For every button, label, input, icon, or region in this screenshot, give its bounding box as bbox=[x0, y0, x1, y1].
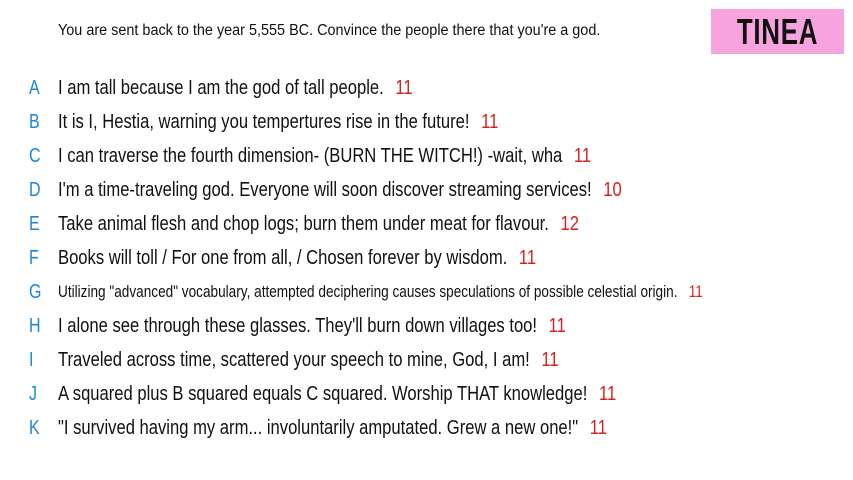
answer-score: 11 bbox=[481, 110, 499, 133]
answer-line: I'm a time-traveling god. Everyone will … bbox=[58, 179, 622, 202]
answer-line: A squared plus B squared equals C square… bbox=[58, 383, 616, 406]
answer-line: It is I, Hestia, warning you tempertures… bbox=[58, 111, 498, 134]
answer-line: Take animal flesh and chop logs; burn th… bbox=[58, 213, 579, 236]
answer-score: 11 bbox=[589, 416, 608, 439]
answer-letter: B bbox=[29, 110, 40, 133]
answer-text: "I survived having my arm... involuntari… bbox=[58, 416, 579, 439]
player-badge: TINEA bbox=[711, 9, 844, 54]
answer-letter: J bbox=[29, 382, 37, 405]
answer-letter: F bbox=[29, 246, 39, 269]
answer-line: Books will toll / For one from all, / Ch… bbox=[58, 247, 536, 270]
answer-text: Traveled across time, scattered your spe… bbox=[58, 348, 530, 371]
answer-row: I Traveled across time, scattered your s… bbox=[0, 343, 853, 377]
answer-letter: A bbox=[29, 76, 40, 99]
answer-text: It is I, Hestia, warning you tempertures… bbox=[58, 110, 470, 133]
answer-letter: C bbox=[29, 144, 41, 167]
answer-text: I can traverse the fourth dimension- (BU… bbox=[58, 144, 563, 167]
answer-line: I can traverse the fourth dimension- (BU… bbox=[58, 145, 591, 168]
answer-line: Traveled across time, scattered your spe… bbox=[58, 349, 559, 372]
answer-text: Take animal flesh and chop logs; burn th… bbox=[58, 212, 549, 235]
answer-line: "I survived having my arm... involuntari… bbox=[58, 417, 607, 440]
answer-score: 10 bbox=[603, 178, 622, 201]
answer-row: F Books will toll / For one from all, / … bbox=[0, 241, 853, 275]
player-name: TINEA bbox=[736, 10, 819, 52]
answer-letter: D bbox=[29, 178, 41, 201]
answer-row: C I can traverse the fourth dimension- (… bbox=[0, 139, 853, 173]
answer-letter: E bbox=[29, 212, 40, 235]
answer-row: A I am tall because I am the god of tall… bbox=[0, 71, 853, 105]
answer-text: A squared plus B squared equals C square… bbox=[58, 382, 588, 405]
answer-score: 11 bbox=[395, 76, 413, 99]
answer-text: I am tall because I am the god of tall p… bbox=[58, 76, 384, 99]
answer-line: I alone see through these glasses. They'… bbox=[58, 315, 566, 338]
answer-score: 11 bbox=[541, 348, 559, 371]
answer-score: 11 bbox=[598, 382, 617, 405]
prompt-text: You are sent back to the year 5,555 BC. … bbox=[58, 22, 601, 39]
answer-row: D I'm a time-traveling god. Everyone wil… bbox=[0, 173, 853, 207]
answer-score: 11 bbox=[573, 144, 592, 167]
answer-text: Books will toll / For one from all, / Ch… bbox=[58, 246, 508, 269]
answer-text: Utilizing "advanced" vocabulary, attempt… bbox=[58, 282, 678, 301]
answer-text: I alone see through these glasses. They'… bbox=[58, 314, 538, 337]
answer-list: A I am tall because I am the god of tall… bbox=[0, 71, 853, 445]
answer-letter: K bbox=[29, 416, 40, 439]
answer-score: 11 bbox=[548, 314, 566, 337]
answer-line: Utilizing "advanced" vocabulary, attempt… bbox=[58, 282, 703, 302]
answer-score: 11 bbox=[688, 282, 703, 301]
answer-letter: G bbox=[29, 280, 42, 303]
answer-letter: H bbox=[29, 314, 41, 337]
answer-line: I am tall because I am the god of tall p… bbox=[58, 77, 413, 100]
answer-letter: I bbox=[29, 348, 34, 371]
answer-row: J A squared plus B squared equals C squa… bbox=[0, 377, 853, 411]
answer-score: 12 bbox=[560, 212, 579, 235]
answer-row: E Take animal flesh and chop logs; burn … bbox=[0, 207, 853, 241]
answer-text: I'm a time-traveling god. Everyone will … bbox=[58, 178, 592, 201]
answer-row: H I alone see through these glasses. The… bbox=[0, 309, 853, 343]
answer-row: K "I survived having my arm... involunta… bbox=[0, 411, 853, 445]
answer-score: 11 bbox=[518, 246, 537, 269]
answer-row: G Utilizing "advanced" vocabulary, attem… bbox=[0, 275, 853, 309]
answer-row: B It is I, Hestia, warning you tempertur… bbox=[0, 105, 853, 139]
